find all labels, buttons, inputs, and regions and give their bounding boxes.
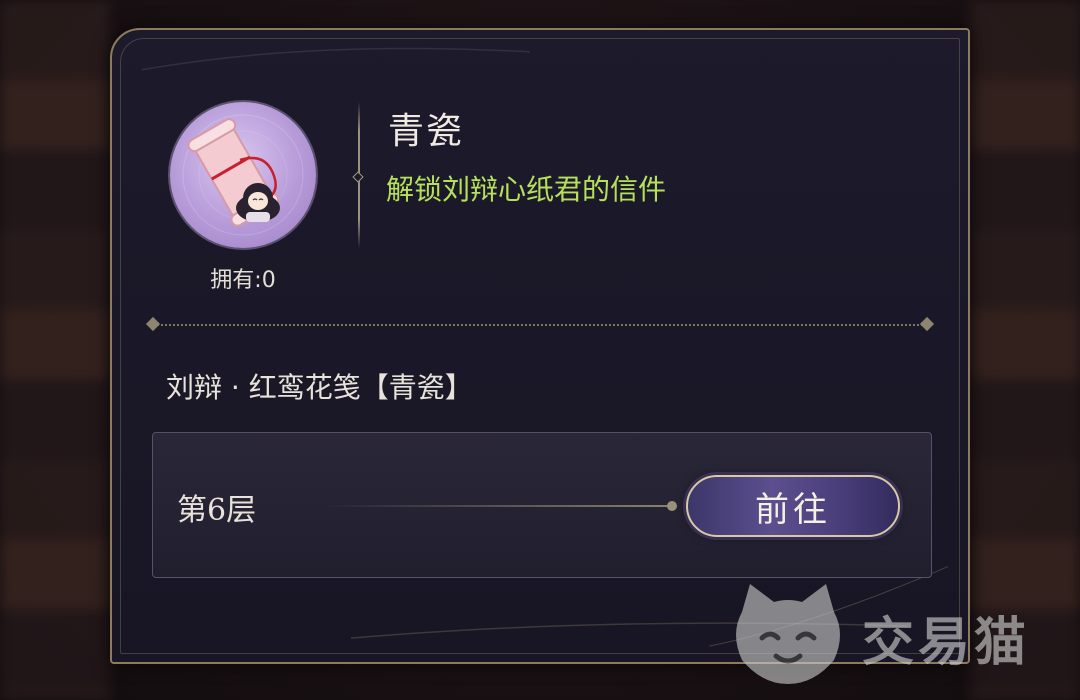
divider-diamond-icon <box>919 316 935 332</box>
source-route-row: 第6层 前往 <box>152 432 932 578</box>
item-icon <box>170 102 316 248</box>
route-connector-dot <box>667 501 677 511</box>
item-title: 青瓷 <box>388 111 465 152</box>
route-label: 第6层 <box>177 493 257 528</box>
item-description: 解锁刘辩心纸君的信件 <box>386 173 667 206</box>
separator-diamond-icon <box>352 171 364 183</box>
divider-diamond-icon <box>145 316 161 332</box>
route-connector-line <box>323 505 673 507</box>
scroll-letter-chibi-icon <box>182 114 304 236</box>
goto-button[interactable]: 前往 <box>686 475 900 537</box>
cat-face-icon <box>736 584 840 684</box>
source-name: 刘辩 · 红鸾花笺【青瓷】 <box>166 371 473 404</box>
section-divider <box>154 324 926 326</box>
watermark: 交易猫 <box>728 582 1068 686</box>
watermark-text: 交易猫 <box>862 613 1031 673</box>
item-detail-panel: 拥有:0 青瓷 解锁刘辩心纸君的信件 刘辩 · 红鸾花笺【青瓷】 第6层 前往 <box>110 28 970 664</box>
background-left <box>0 0 110 700</box>
owned-count: 拥有:0 <box>210 268 276 293</box>
